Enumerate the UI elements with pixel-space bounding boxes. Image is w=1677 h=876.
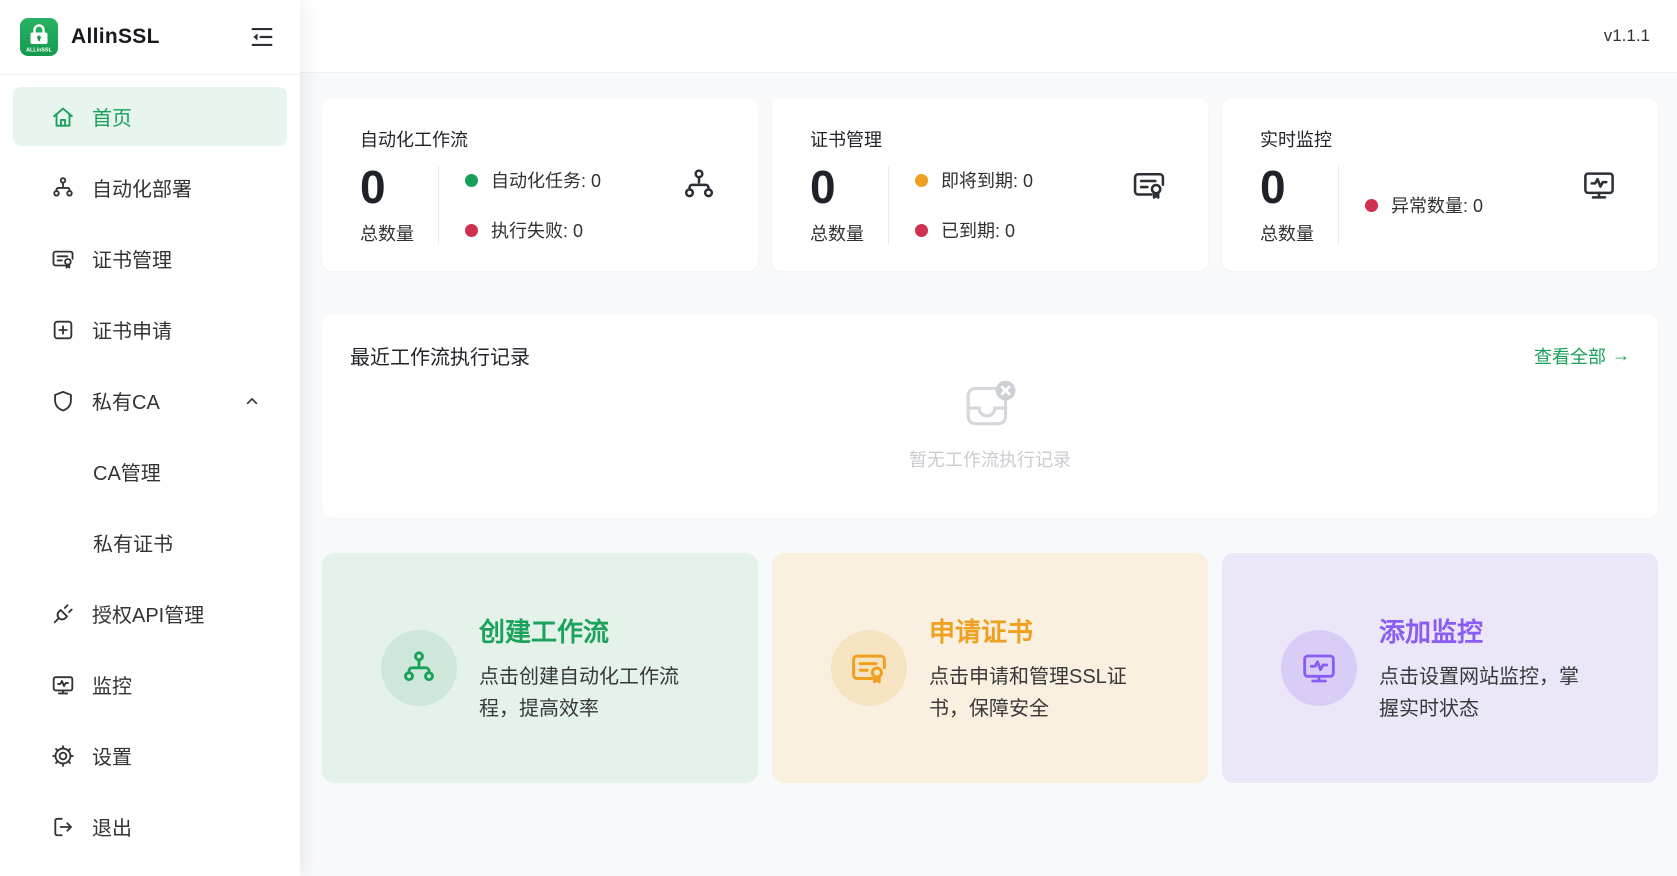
gear-icon xyxy=(50,743,76,769)
legend-item: 自动化任务: 0 xyxy=(465,167,601,193)
sidebar-item-label: 私有CA xyxy=(92,386,160,415)
view-all-link[interactable]: 查看全部 → xyxy=(1534,343,1630,369)
divider xyxy=(438,166,439,244)
status-dot-warning xyxy=(915,174,928,187)
menu-fold-icon xyxy=(248,23,276,51)
stat-title: 实时监控 xyxy=(1260,126,1620,152)
empty-text: 暂无工作流执行记录 xyxy=(909,446,1071,472)
stat-total-label: 总数量 xyxy=(1260,220,1338,246)
workflow-icon xyxy=(399,648,439,688)
stat-total-value: 0 xyxy=(1260,164,1338,210)
empty-inbox-icon xyxy=(963,378,1017,432)
status-dot-error xyxy=(1365,199,1378,212)
sidebar-item-label: 监控 xyxy=(92,670,132,699)
sidebar-header: ALLinSSL AllinSSL xyxy=(0,0,300,75)
monitor-pulse-icon xyxy=(1299,648,1339,688)
sidebar-item-settings[interactable]: 设置 xyxy=(13,726,287,785)
action-title: 申请证书 xyxy=(929,612,1141,649)
stat-total-value: 0 xyxy=(360,164,438,210)
create-workflow-card[interactable]: 创建工作流 点击创建自动化工作流程，提高效率 xyxy=(322,553,758,783)
app-logo: ALLinSSL xyxy=(20,18,58,56)
logo-text: ALLinSSL xyxy=(26,48,52,54)
sidebar: ALLinSSL AllinSSL 首页 自动化部署 xyxy=(0,0,300,876)
sidebar-item-label: CA管理 xyxy=(93,457,161,486)
sidebar-item-label: 自动化部署 xyxy=(92,173,192,202)
action-description: 点击申请和管理SSL证书，保障安全 xyxy=(929,661,1141,725)
apply-certificate-card[interactable]: 申请证书 点击申请和管理SSL证书，保障安全 xyxy=(772,553,1208,783)
arrow-right-icon: → xyxy=(1612,345,1630,366)
legend-text: 即将到期: 0 xyxy=(941,167,1033,193)
workflow-icon xyxy=(50,175,76,201)
sidebar-item-cert-apply[interactable]: 证书申请 xyxy=(13,300,287,359)
status-dot-error xyxy=(465,224,478,237)
monitor-pulse-icon xyxy=(50,672,76,698)
legend-text: 自动化任务: 0 xyxy=(491,167,601,193)
sidebar-item-label: 授权API管理 xyxy=(92,599,204,628)
legend-text: 异常数量: 0 xyxy=(1391,192,1483,218)
legend-text: 执行失败: 0 xyxy=(491,217,583,243)
sidebar-collapse-button[interactable] xyxy=(248,23,276,51)
plus-square-icon xyxy=(50,317,76,343)
sidebar-item-api-management[interactable]: 授权API管理 xyxy=(13,584,287,643)
sidebar-item-cert-management[interactable]: 证书管理 xyxy=(13,229,287,288)
app-title: AllinSSL xyxy=(71,25,248,49)
sidebar-item-label: 设置 xyxy=(92,741,132,770)
lock-icon: ALLinSSL xyxy=(20,18,58,56)
action-description: 点击创建自动化工作流程，提高效率 xyxy=(479,661,691,725)
monitor-pulse-icon xyxy=(1580,166,1618,204)
status-dot-error xyxy=(915,224,928,237)
legend-item: 即将到期: 0 xyxy=(915,167,1033,193)
api-plug-icon xyxy=(50,601,76,627)
legend-item: 已到期: 0 xyxy=(915,217,1033,243)
stat-total-label: 总数量 xyxy=(810,220,888,246)
sidebar-item-label: 私有证书 xyxy=(93,528,173,557)
status-dot-success xyxy=(465,174,478,187)
top-header: v1.1.1 xyxy=(300,0,1677,73)
sidebar-item-logout[interactable]: 退出 xyxy=(13,797,287,856)
sidebar-item-label: 退出 xyxy=(92,812,132,841)
stat-total-label: 总数量 xyxy=(360,220,438,246)
stat-title: 自动化工作流 xyxy=(360,126,720,152)
sidebar-menu: 首页 自动化部署 证书管理 证书申请 xyxy=(0,75,300,876)
actions-row: 创建工作流 点击创建自动化工作流程，提高效率 申请证书 点击申请和管理SSL证书… xyxy=(322,553,1658,783)
sidebar-item-private-certs[interactable]: 私有证书 xyxy=(13,513,287,572)
shield-icon xyxy=(50,388,76,414)
certificate-icon xyxy=(50,246,76,272)
stat-card-monitoring: 实时监控 0 总数量 异常数量: 0 xyxy=(1222,98,1658,271)
divider xyxy=(888,166,889,244)
sidebar-item-auto-deploy[interactable]: 自动化部署 xyxy=(13,158,287,217)
empty-state: 暂无工作流执行记录 xyxy=(350,378,1630,472)
legend-text: 已到期: 0 xyxy=(941,217,1015,243)
sidebar-item-label: 证书管理 xyxy=(92,244,172,273)
stat-total-value: 0 xyxy=(810,164,888,210)
logout-icon xyxy=(50,814,76,840)
stat-title: 证书管理 xyxy=(810,126,1170,152)
content: 自动化工作流 0 总数量 自动化任务: 0 执行失败 xyxy=(300,73,1677,783)
certificate-icon xyxy=(1130,166,1168,204)
divider xyxy=(1338,166,1339,244)
sidebar-item-home[interactable]: 首页 xyxy=(13,87,287,146)
sidebar-item-label: 证书申请 xyxy=(92,315,172,344)
sidebar-item-ca-management[interactable]: CA管理 xyxy=(13,442,287,501)
sidebar-item-label: 首页 xyxy=(92,102,132,131)
workflow-icon xyxy=(680,166,718,204)
sidebar-item-private-ca[interactable]: 私有CA xyxy=(13,371,287,430)
main-area: v1.1.1 自动化工作流 0 总数量 自动化任务: 0 xyxy=(300,0,1677,876)
home-icon xyxy=(50,104,76,130)
stats-row: 自动化工作流 0 总数量 自动化任务: 0 执行失败 xyxy=(322,98,1658,271)
add-monitoring-card[interactable]: 添加监控 点击设置网站监控，掌握实时状态 xyxy=(1222,553,1658,783)
action-title: 添加监控 xyxy=(1379,612,1591,649)
sidebar-item-monitoring[interactable]: 监控 xyxy=(13,655,287,714)
legend-item: 执行失败: 0 xyxy=(465,217,601,243)
chevron-up-icon xyxy=(241,390,263,412)
recent-title: 最近工作流执行记录 xyxy=(350,341,530,370)
legend-item: 异常数量: 0 xyxy=(1365,192,1483,218)
stat-card-certificates: 证书管理 0 总数量 即将到期: 0 已到期: 0 xyxy=(772,98,1208,271)
version-label: v1.1.1 xyxy=(1604,26,1650,46)
action-description: 点击设置网站监控，掌握实时状态 xyxy=(1379,661,1591,725)
certificate-icon xyxy=(848,647,890,689)
recent-workflow-card: 最近工作流执行记录 查看全部 → 暂无工作流执行记录 xyxy=(322,314,1658,518)
stat-card-workflows: 自动化工作流 0 总数量 自动化任务: 0 执行失败 xyxy=(322,98,758,271)
action-title: 创建工作流 xyxy=(479,612,691,649)
